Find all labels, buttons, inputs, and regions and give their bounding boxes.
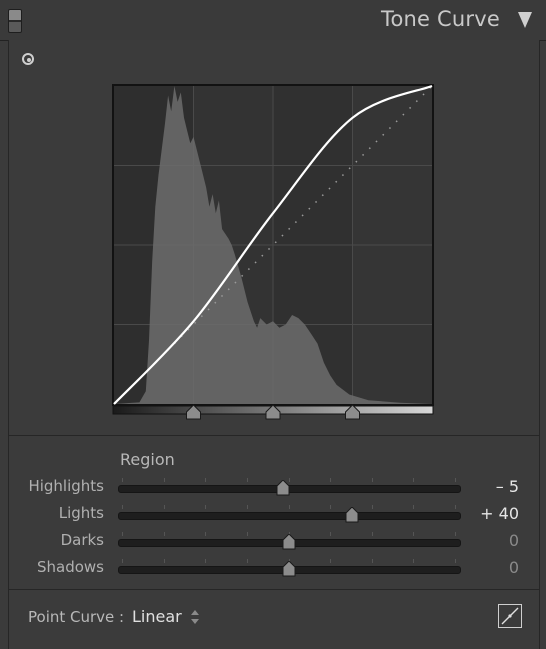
panel-header[interactable]: Tone Curve xyxy=(0,0,546,41)
slider-thumb[interactable] xyxy=(282,534,296,550)
edit-point-curve-button[interactable] xyxy=(498,604,522,628)
slider-thumb[interactable] xyxy=(276,480,290,496)
slider-ticks xyxy=(122,505,456,509)
divider xyxy=(9,589,539,590)
slider-track[interactable] xyxy=(118,512,461,520)
collapse-triangle-icon[interactable] xyxy=(518,12,532,28)
slider-thumb[interactable] xyxy=(345,507,359,523)
point-curve-select[interactable]: Linear xyxy=(132,607,182,626)
panel-title: Tone Curve xyxy=(381,7,500,31)
region-label: Region xyxy=(120,450,175,469)
slider-value[interactable]: 0 xyxy=(509,531,519,550)
slider-row-shadows: Shadows 0 xyxy=(9,557,539,581)
point-curve-icon xyxy=(501,607,519,625)
divider xyxy=(9,435,539,436)
slider-row-highlights: Highlights – 5 xyxy=(9,476,539,500)
panel-switch-icon[interactable] xyxy=(8,9,22,33)
point-curve-label: Point Curve : xyxy=(28,608,125,626)
slider-value[interactable]: 0 xyxy=(509,558,519,577)
target-adjustment-icon[interactable] xyxy=(22,53,34,65)
slider-label: Lights xyxy=(58,504,104,522)
panel-content: Region Highlights – 5 Lights + 40 Darks 0 Shad… xyxy=(8,40,540,649)
slider-label: Highlights xyxy=(28,477,104,495)
slider-thumb[interactable] xyxy=(282,561,296,577)
tone-curve-panel: Tone Curve Region Highlights – 5 Lights + 4… xyxy=(0,0,546,649)
slider-row-lights: Lights + 40 xyxy=(9,503,539,527)
slider-label: Shadows xyxy=(36,558,104,576)
tone-curve-graph[interactable] xyxy=(112,84,434,468)
slider-label: Darks xyxy=(60,531,104,549)
slider-row-darks: Darks 0 xyxy=(9,530,539,554)
stepper-arrows-icon[interactable] xyxy=(190,609,200,625)
slider-value[interactable]: – 5 xyxy=(496,477,519,496)
slider-value[interactable]: + 40 xyxy=(480,504,519,523)
